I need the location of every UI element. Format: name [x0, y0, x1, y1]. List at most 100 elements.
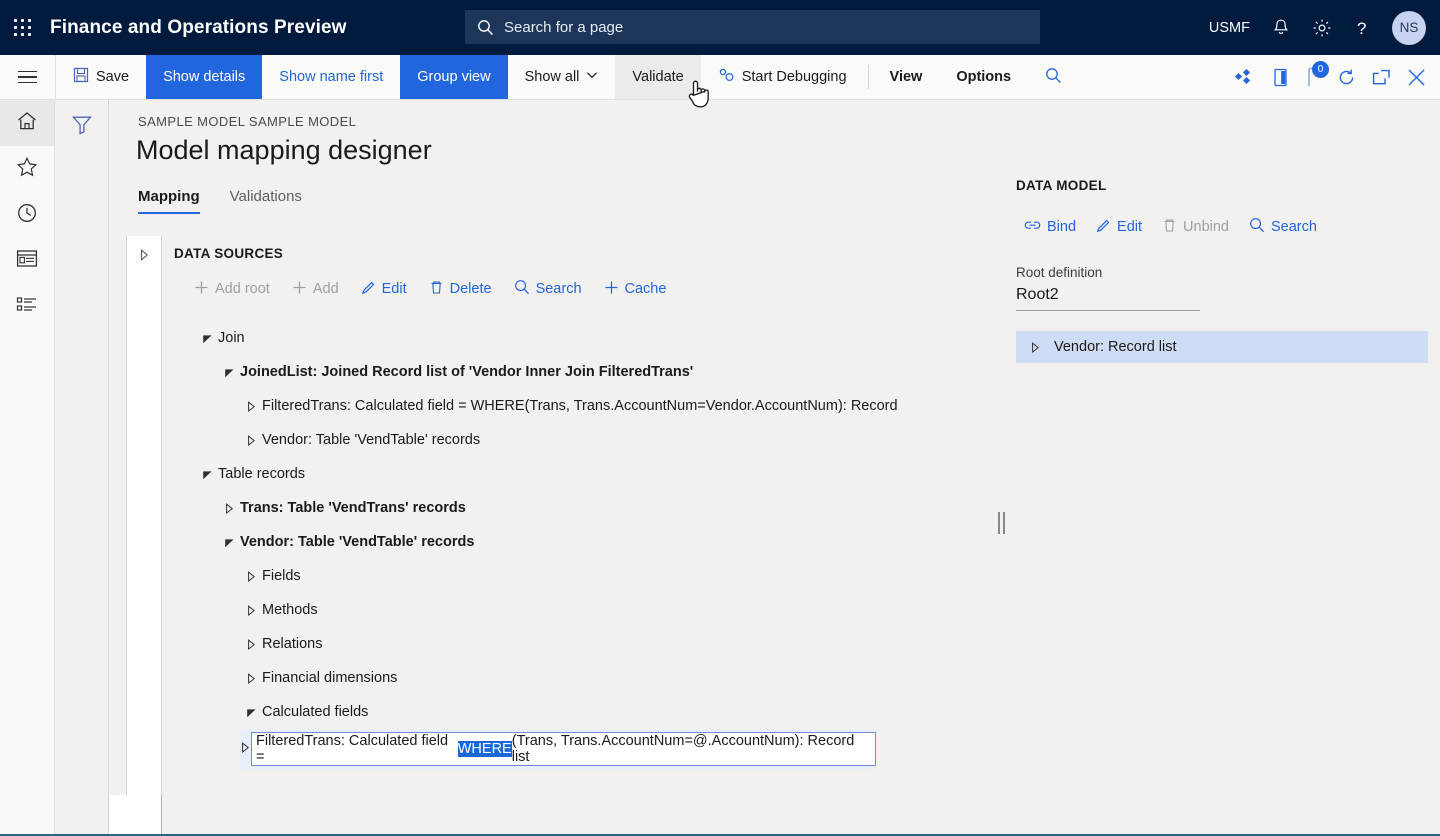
- cache-button[interactable]: Cache: [596, 276, 675, 303]
- root-definition-input[interactable]: Root2: [1016, 286, 1200, 311]
- trash-icon: [1162, 218, 1177, 237]
- tree-node-vendor[interactable]: Vendor: Table 'VendTable' records: [162, 525, 998, 559]
- rail-item-modules[interactable]: [0, 284, 54, 330]
- search-icon: [477, 19, 494, 36]
- vertical-splitter-handle[interactable]: [996, 512, 1006, 534]
- home-icon: [16, 110, 38, 137]
- chevron-right-icon[interactable]: [218, 503, 240, 514]
- data-sources-toolbar: Add root Add Edit: [162, 261, 998, 303]
- save-button[interactable]: Save: [56, 55, 146, 99]
- search-icon: [514, 279, 530, 299]
- chevron-right-icon[interactable]: [240, 401, 262, 412]
- popout-icon[interactable]: [1372, 69, 1391, 86]
- bind-button[interactable]: Bind: [1016, 214, 1084, 240]
- show-name-first-button[interactable]: Show name first: [262, 55, 400, 99]
- edit-data-source-button[interactable]: Edit: [353, 276, 415, 303]
- show-details-button[interactable]: Show details: [146, 55, 262, 99]
- tree-node-trans[interactable]: Trans: Table 'VendTrans' records: [162, 491, 998, 525]
- tree-node-filteredtrans[interactable]: FilteredTrans: Calculated field = WHERE(…: [162, 389, 998, 423]
- rail-item-favorites[interactable]: [0, 146, 54, 192]
- tree-node-label: Financial dimensions: [262, 670, 397, 686]
- rail-item-recent[interactable]: [0, 192, 54, 238]
- chevron-right-icon[interactable]: [240, 639, 262, 650]
- options-button[interactable]: Options: [939, 55, 1028, 99]
- chevron-down-icon: [586, 69, 598, 85]
- search-data-source-button[interactable]: Search: [506, 275, 590, 303]
- search-model-button[interactable]: Search: [1241, 213, 1325, 241]
- chevron-right-icon[interactable]: [240, 673, 262, 684]
- relationship-diamonds-icon[interactable]: [1235, 69, 1257, 85]
- refresh-icon[interactable]: [1337, 68, 1356, 87]
- tree-node-methods[interactable]: Methods: [162, 593, 998, 627]
- tree-node-relations[interactable]: Relations: [162, 627, 998, 661]
- data-model-row-vendor[interactable]: Vendor: Record list: [1016, 331, 1428, 363]
- formula-text-before: FilteredTrans: Calculated field =: [256, 733, 458, 765]
- chevron-down-icon[interactable]: [196, 333, 218, 344]
- favorites-star-icon: [16, 156, 38, 183]
- tree-node-label: Trans: Table 'VendTrans' records: [240, 500, 466, 516]
- question-mark-icon[interactable]: ?: [1354, 18, 1370, 38]
- show-all-dropdown[interactable]: Show all: [508, 55, 616, 99]
- bottom-scroll-strip[interactable]: [108, 795, 162, 834]
- chevron-right-icon[interactable]: [1016, 342, 1054, 353]
- notification-flag-icon[interactable]: 0: [1305, 67, 1321, 87]
- tab-mapping[interactable]: Mapping: [138, 188, 200, 214]
- tree-node-label: Table records: [218, 466, 305, 482]
- tree-node-table-records[interactable]: Table records: [162, 457, 998, 491]
- chevron-right-icon[interactable]: [240, 740, 251, 758]
- validate-button[interactable]: Validate: [615, 55, 700, 99]
- cache-label: Cache: [625, 281, 667, 297]
- view-button[interactable]: View: [873, 55, 940, 99]
- trash-icon: [429, 280, 444, 299]
- search-model-label: Search: [1271, 219, 1317, 235]
- bell-icon[interactable]: [1272, 18, 1290, 37]
- data-sources-expander-strip[interactable]: [126, 236, 162, 836]
- chevron-down-icon[interactable]: [218, 367, 240, 378]
- chevron-down-icon[interactable]: [218, 537, 240, 548]
- hamburger-icon[interactable]: [0, 55, 56, 99]
- tree-node-joinedlist[interactable]: JoinedList: Joined Record list of 'Vendo…: [162, 355, 998, 389]
- tree-node-join[interactable]: Join: [162, 321, 998, 355]
- filter-funnel-icon[interactable]: [69, 114, 95, 136]
- chevron-right-icon[interactable]: [240, 571, 262, 582]
- search-data-source-label: Search: [536, 281, 582, 297]
- formula-text-selected: WHERE: [458, 741, 512, 757]
- tree-node-vendor-join[interactable]: Vendor: Table 'VendTable' records: [162, 423, 998, 457]
- tree-node-editing-row[interactable]: FilteredTrans: Calculated field = WHERE(…: [240, 729, 876, 769]
- command-bar: Save Show details Show name first Group …: [0, 55, 1440, 100]
- rail-item-workspaces[interactable]: [0, 238, 54, 284]
- tree-node-label: Vendor: Table 'VendTable' records: [240, 534, 474, 550]
- office-app-icon[interactable]: [1273, 68, 1289, 87]
- chevron-right-icon[interactable]: [240, 435, 262, 446]
- add-root-button[interactable]: Add root: [186, 276, 278, 303]
- group-view-button[interactable]: Group view: [400, 55, 507, 99]
- delete-data-source-button[interactable]: Delete: [421, 276, 500, 303]
- command-search-button[interactable]: [1028, 55, 1079, 99]
- calculated-field-formula-input[interactable]: FilteredTrans: Calculated field = WHERE(…: [251, 732, 876, 766]
- close-icon[interactable]: [1407, 68, 1426, 87]
- start-debugging-button[interactable]: Start Debugging: [701, 55, 864, 99]
- global-search-input[interactable]: Search for a page: [465, 10, 1040, 44]
- tree-node-calculated-fields[interactable]: Calculated fields: [162, 695, 998, 729]
- company-selector[interactable]: USMF: [1209, 20, 1250, 36]
- chevron-down-icon[interactable]: [196, 469, 218, 480]
- data-model-row-label: Vendor: Record list: [1054, 339, 1177, 355]
- main-content: SAMPLE MODEL SAMPLE MODEL Model mapping …: [110, 100, 1440, 836]
- tab-validations[interactable]: Validations: [230, 188, 302, 214]
- top-nav-right-group: USMF ? NS: [1209, 0, 1426, 55]
- app-launcher-icon[interactable]: [12, 17, 34, 39]
- edit-model-button[interactable]: Edit: [1088, 214, 1150, 241]
- chevron-right-icon[interactable]: [240, 605, 262, 616]
- tree-node-financial-dimensions[interactable]: Financial dimensions: [162, 661, 998, 695]
- tree-node-fields[interactable]: Fields: [162, 559, 998, 593]
- gear-icon[interactable]: [1312, 18, 1332, 38]
- data-sources-tree: Join JoinedList: Joined Record list of '…: [162, 303, 998, 769]
- chevron-down-icon[interactable]: [240, 707, 262, 718]
- breadcrumb: SAMPLE MODEL SAMPLE MODEL: [138, 114, 356, 129]
- add-button[interactable]: Add: [284, 276, 347, 303]
- tree-node-label: Vendor: Table 'VendTable' records: [262, 432, 480, 448]
- plus-icon: [604, 280, 619, 299]
- avatar[interactable]: NS: [1392, 11, 1426, 45]
- rail-item-home[interactable]: [0, 100, 54, 146]
- unbind-button[interactable]: Unbind: [1154, 214, 1237, 241]
